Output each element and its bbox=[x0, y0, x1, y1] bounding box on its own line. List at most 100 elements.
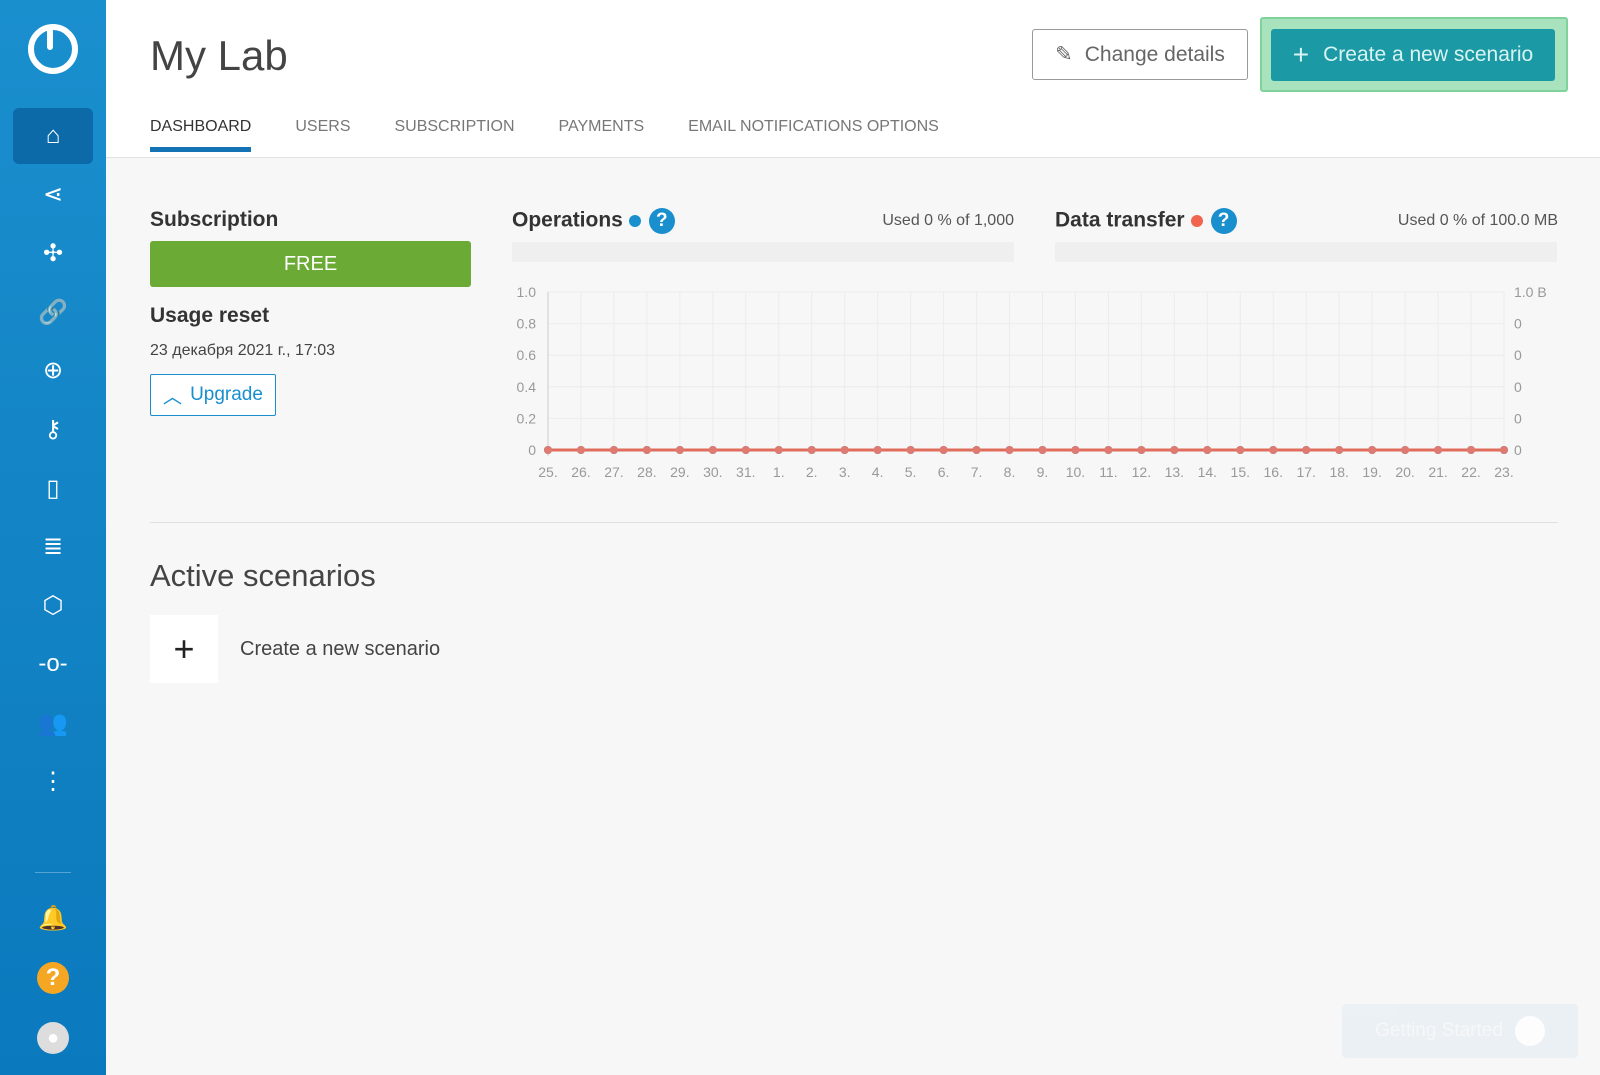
data-point bbox=[1500, 446, 1508, 454]
y-right-tick-label: 0 bbox=[1514, 379, 1522, 395]
x-tick-label: 28. bbox=[637, 464, 656, 480]
y-right-tick-label: 0 bbox=[1514, 442, 1522, 458]
x-tick-label: 19. bbox=[1362, 464, 1381, 480]
tab-users[interactable]: USERS bbox=[295, 118, 350, 152]
upgrade-button[interactable]: ︿ Upgrade bbox=[150, 374, 276, 416]
sidebar-item-home[interactable]: ⌂ bbox=[13, 108, 93, 164]
key-icon: ⚷ bbox=[44, 416, 62, 443]
data-point bbox=[1434, 446, 1443, 454]
operations-progress-bar bbox=[512, 242, 1014, 262]
create-scenario-label: Create a new scenario bbox=[1323, 43, 1534, 66]
device-icon: ▯ bbox=[46, 474, 60, 502]
chevron-up-icon: ︿ bbox=[163, 386, 183, 408]
data-point bbox=[1104, 446, 1113, 454]
sidebar-item-more[interactable]: ⋮ bbox=[13, 754, 93, 810]
usage-reset-date: 23 декабря 2021 г., 17:03 bbox=[150, 342, 336, 359]
y-left-tick-label: 1.0 bbox=[517, 284, 537, 300]
sidebar-item-database[interactable]: ≣ bbox=[13, 519, 93, 575]
data-point bbox=[1335, 446, 1344, 454]
divider bbox=[150, 522, 1558, 523]
getting-started-button[interactable]: Getting Started bbox=[1342, 1004, 1578, 1058]
info-icon bbox=[1514, 1016, 1545, 1046]
data-point bbox=[1038, 446, 1047, 454]
create-scenario-button[interactable]: + Create a new scenario bbox=[1271, 29, 1555, 81]
help-icon: ? bbox=[37, 962, 69, 994]
data-transfer-title: Data transfer bbox=[1055, 208, 1185, 232]
globe-icon: ⊕ bbox=[42, 357, 64, 385]
plan-badge: FREE bbox=[150, 241, 471, 287]
usage-chart: 0 0 0.2 0 0.4 0 0.6 0 0.8 0 1.0 1.0 B 25. 26. 27. 28. 29… bbox=[517, 284, 1547, 480]
x-tick-label: 13. bbox=[1165, 464, 1184, 480]
data-point bbox=[1368, 446, 1377, 454]
flow-icon: -o- bbox=[38, 650, 68, 678]
edit-icon: ✎ bbox=[1055, 43, 1073, 66]
x-tick-label: 21. bbox=[1428, 464, 1447, 480]
data-point bbox=[1269, 446, 1278, 454]
help-icon[interactable]: ? bbox=[1210, 208, 1237, 234]
operations-title: Operations bbox=[512, 208, 623, 232]
add-scenario-button[interactable]: + bbox=[150, 615, 218, 683]
sidebar-item-help[interactable]: ? bbox=[13, 950, 93, 1006]
change-details-label: Change details bbox=[1084, 42, 1225, 66]
y-left-tick-label: 0.6 bbox=[517, 347, 537, 363]
data-point bbox=[1467, 446, 1476, 454]
avatar-icon: ● bbox=[37, 1022, 69, 1054]
sidebar-item-team[interactable]: 👥 bbox=[13, 695, 93, 751]
create-scenario-link[interactable]: Create a new scenario bbox=[240, 638, 440, 661]
header: My Lab ✎ Change details + Create a new sce… bbox=[106, 0, 1600, 158]
sidebar-item-puzzle[interactable]: ✣ bbox=[13, 225, 93, 281]
sidebar-item-device[interactable]: ▯ bbox=[13, 460, 93, 516]
data-transfer-usage: Used 0 % of 100.0 MB bbox=[1397, 212, 1558, 229]
x-tick-label: 14. bbox=[1198, 464, 1217, 480]
y-right-tick-label: 1.0 B bbox=[1514, 284, 1547, 300]
x-tick-label: 7. bbox=[971, 464, 983, 480]
data-point bbox=[1401, 446, 1410, 454]
sidebar-item-link[interactable]: 🔗 bbox=[13, 284, 93, 340]
data-point bbox=[741, 446, 750, 454]
data-point bbox=[1170, 446, 1179, 454]
link-icon: 🔗 bbox=[38, 298, 68, 326]
subscription-title: Subscription bbox=[150, 208, 279, 231]
sidebar-item-avatar[interactable]: ● bbox=[13, 1010, 93, 1066]
getting-started-label: Getting Started bbox=[1375, 1020, 1503, 1041]
sidebar-item-key[interactable]: ⚷ bbox=[13, 402, 93, 458]
upgrade-label: Upgrade bbox=[190, 384, 263, 405]
x-tick-label: 4. bbox=[872, 464, 884, 480]
sidebar-item-box[interactable]: ⬡ bbox=[13, 578, 93, 634]
x-tick-label: 3. bbox=[839, 464, 851, 480]
tab-subscription[interactable]: SUBSCRIPTION bbox=[394, 118, 514, 152]
x-tick-label: 31. bbox=[736, 464, 755, 480]
data-point bbox=[1137, 446, 1146, 454]
tab-email-notifications[interactable]: EMAIL NOTIFICATIONS OPTIONS bbox=[688, 118, 939, 152]
more-icon: ⋮ bbox=[41, 768, 65, 796]
x-tick-label: 26. bbox=[571, 464, 590, 480]
tab-dashboard[interactable]: DASHBOARD bbox=[150, 118, 252, 152]
plus-icon: + bbox=[173, 628, 195, 669]
x-tick-label: 25. bbox=[538, 464, 557, 480]
sidebar-item-bell[interactable]: 🔔 bbox=[13, 890, 93, 946]
x-tick-label: 16. bbox=[1264, 464, 1283, 480]
y-left-tick-label: 0.8 bbox=[517, 316, 537, 332]
x-tick-label: 15. bbox=[1231, 464, 1250, 480]
data-point bbox=[873, 446, 882, 454]
tab-payments[interactable]: PAYMENTS bbox=[559, 118, 645, 152]
data-point bbox=[807, 446, 816, 454]
sidebar-item-globe[interactable]: ⊕ bbox=[13, 343, 93, 399]
home-icon: ⌂ bbox=[45, 122, 61, 149]
x-tick-label: 5. bbox=[905, 464, 917, 480]
active-scenarios-title: Active scenarios bbox=[150, 558, 376, 593]
change-details-button[interactable]: ✎ Change details bbox=[1032, 29, 1248, 80]
puzzle-icon: ✣ bbox=[42, 239, 64, 267]
x-tick-label: 20. bbox=[1395, 464, 1414, 480]
box-icon: ⬡ bbox=[42, 592, 64, 620]
sidebar-item-share[interactable]: ⋖ bbox=[13, 167, 93, 223]
operations-header: Operations? bbox=[512, 208, 675, 234]
plus-icon: + bbox=[1292, 39, 1310, 70]
logo-icon[interactable] bbox=[28, 24, 78, 74]
sidebar-item-flow[interactable]: -o- bbox=[13, 636, 93, 692]
help-icon[interactable]: ? bbox=[648, 208, 675, 234]
y-right-tick-label: 0 bbox=[1514, 410, 1522, 426]
y-left-tick-label: 0.2 bbox=[517, 410, 537, 426]
tabs: DASHBOARD USERS SUBSCRIPTION PAYMENTS EM… bbox=[150, 118, 939, 152]
x-tick-label: 23. bbox=[1494, 464, 1513, 480]
